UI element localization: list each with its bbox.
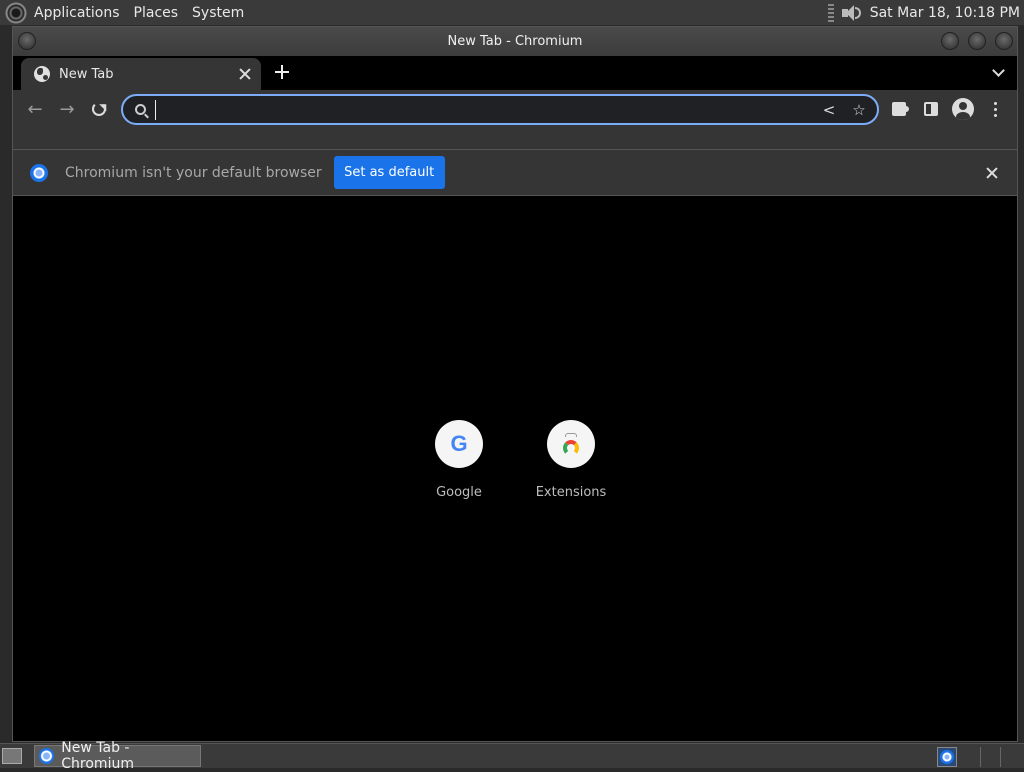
- chrome-web-store-icon: [561, 433, 581, 456]
- workspace-chromium-icon[interactable]: [937, 747, 957, 767]
- distro-logo-icon[interactable]: [5, 1, 27, 24]
- maximize-button[interactable]: [968, 32, 986, 50]
- window-titlebar[interactable]: New Tab - Chromium: [13, 27, 1017, 56]
- tab-new-tab[interactable]: New Tab: [21, 58, 261, 90]
- extensions-button[interactable]: [888, 98, 910, 120]
- bookmark-star-icon[interactable]: ☆: [851, 102, 867, 118]
- tab-strip: New Tab: [13, 56, 1017, 90]
- close-window-button[interactable]: [995, 32, 1013, 50]
- toolbar-bottom-spacer: [13, 128, 1017, 150]
- shortcut-label: Extensions: [535, 485, 607, 500]
- workspace-divider: [1000, 747, 1001, 767]
- set-as-default-button[interactable]: Set as default: [333, 156, 445, 189]
- chromium-window: New Tab - Chromium New Tab ← → < ☆ Chrom…: [12, 26, 1018, 742]
- shortcut-icon-circle: [547, 420, 595, 468]
- chromium-logo-icon: [30, 163, 48, 182]
- tab-title: New Tab: [59, 66, 114, 82]
- bottom-panel: New Tab - Chromium: [0, 740, 1024, 772]
- omnibox[interactable]: < ☆: [121, 94, 879, 125]
- panel-grip-handle[interactable]: [827, 3, 834, 22]
- new-tab-plus-icon[interactable]: [275, 65, 289, 79]
- forward-arrow-icon[interactable]: →: [54, 96, 80, 122]
- share-icon[interactable]: <: [821, 102, 837, 118]
- browser-menu-button[interactable]: [984, 98, 1006, 120]
- clock[interactable]: Sat Mar 18, 10:18 PM: [870, 5, 1020, 21]
- globe-icon: [34, 66, 50, 82]
- menu-applications[interactable]: Applications: [34, 5, 120, 21]
- taskbar-window-label: New Tab - Chromium: [61, 740, 134, 772]
- taskbar-window-button[interactable]: New Tab - Chromium: [34, 740, 201, 772]
- window-menu-button[interactable]: [18, 32, 36, 50]
- google-g-icon: G: [450, 431, 468, 456]
- default-browser-infobar: Chromium isn't your default browser Set …: [13, 150, 1017, 196]
- menu-places[interactable]: Places: [134, 5, 179, 21]
- toolbar: ← → < ☆: [13, 90, 1017, 128]
- show-desktop-icon[interactable]: [2, 748, 22, 764]
- tab-search-chevron-down-icon[interactable]: [992, 64, 1005, 77]
- shortcut-google[interactable]: G Google: [414, 420, 504, 500]
- chromium-icon: [39, 748, 55, 764]
- window-title: New Tab - Chromium: [447, 34, 583, 49]
- search-icon: [135, 104, 146, 115]
- tab-close-icon[interactable]: [238, 67, 252, 81]
- kebab-menu-icon: [993, 101, 997, 117]
- infobar-close-icon[interactable]: [985, 166, 999, 180]
- volume-icon[interactable]: [840, 3, 862, 23]
- menu-system[interactable]: System: [192, 5, 244, 21]
- profile-button[interactable]: [952, 98, 974, 120]
- puzzle-piece-icon: [892, 102, 909, 116]
- back-arrow-icon[interactable]: ←: [22, 96, 48, 122]
- shortcut-label: Google: [436, 485, 482, 500]
- minimize-button[interactable]: [941, 32, 959, 50]
- side-panel-button[interactable]: [920, 98, 942, 120]
- shortcut-icon-circle: G: [435, 420, 483, 468]
- profile-avatar-icon: [952, 98, 974, 120]
- top-panel: Applications Places System Sat Mar 18, 1…: [0, 0, 1024, 25]
- new-tab-page: G Google Extensions: [13, 196, 1017, 732]
- address-bar-input[interactable]: [155, 99, 795, 120]
- reload-button[interactable]: [86, 96, 112, 122]
- workspace-divider: [980, 747, 981, 767]
- shortcut-extensions[interactable]: Extensions: [526, 420, 616, 500]
- infobar-message: Chromium isn't your default browser: [65, 164, 322, 181]
- side-panel-icon: [924, 102, 938, 116]
- reload-icon: [92, 102, 106, 116]
